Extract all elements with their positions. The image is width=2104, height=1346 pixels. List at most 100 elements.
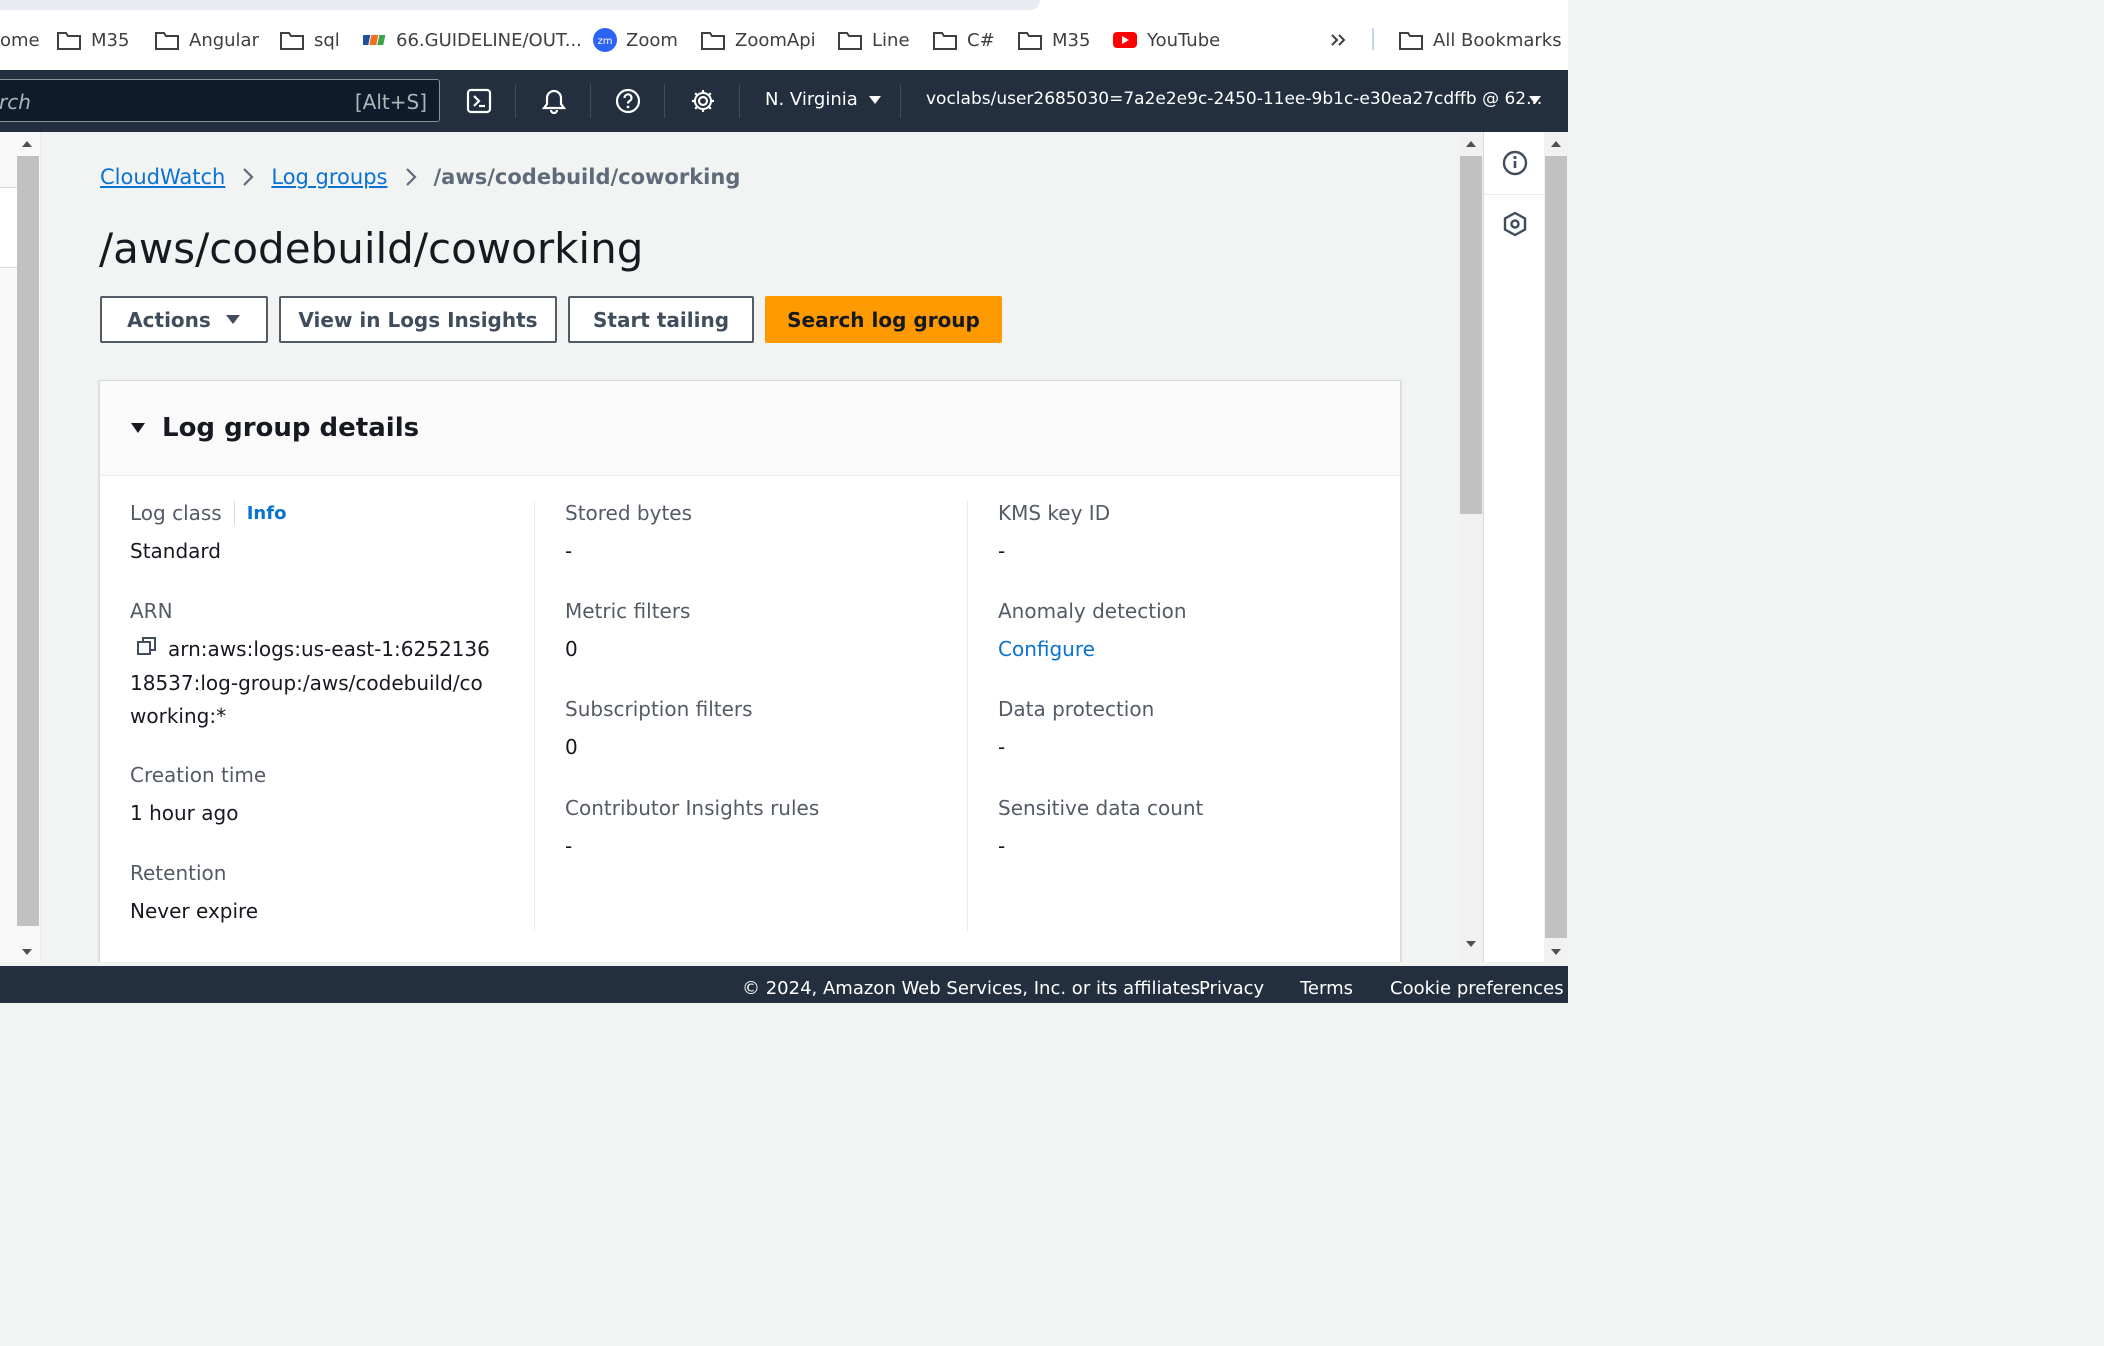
scroll-up-arrow-icon[interactable] — [1465, 140, 1477, 148]
cloudshell-button[interactable] — [464, 86, 494, 116]
view-in-logs-insights-button[interactable]: View in Logs Insights — [279, 296, 557, 343]
account-label: voclabs/user2685030=7a2e2e9c-2450-11ee-9… — [926, 89, 1543, 109]
search-input[interactable]: rch [Alt+S] — [0, 79, 440, 122]
bookmark-zoomapi[interactable]: ZoomApi — [700, 26, 816, 54]
start-tailing-button[interactable]: Start tailing — [568, 296, 754, 343]
search-shortcut: [Alt+S] — [354, 90, 427, 114]
scroll-down-arrow-icon[interactable] — [21, 948, 33, 956]
bookmark-label: Zoom — [626, 29, 678, 51]
notifications-button[interactable] — [539, 86, 569, 116]
bookmarks-bar: ome M35 Angular sql 66.GUIDELINE/OUT... … — [0, 0, 1568, 71]
metric-filters-value: 0 — [565, 637, 578, 661]
retention-value: Never expire — [130, 899, 259, 923]
main-scrollbar[interactable] — [1459, 132, 1483, 962]
bookmark-m35-2[interactable]: M35 — [1017, 26, 1090, 54]
bookmark-label: Angular — [189, 29, 259, 51]
bookmark-youtube[interactable]: YouTube — [1112, 26, 1220, 54]
hexagon-icon — [1503, 211, 1526, 237]
retention-field: Retention Never expire — [130, 861, 258, 928]
log-group-details-panel: Log group details Log class Info Standar… — [99, 380, 1401, 962]
kms-key-label: KMS key ID — [998, 501, 1111, 525]
actions-label: Actions — [127, 307, 211, 332]
caret-down-icon[interactable] — [130, 422, 146, 434]
chevron-right-icon — [241, 166, 255, 188]
bookmark-guideline[interactable]: 66.GUIDELINE/OUT... — [363, 26, 582, 54]
page-scrollbar-thumb[interactable] — [1545, 156, 1567, 938]
fpt-logo-icon — [363, 35, 386, 45]
zoom-icon: zm — [593, 28, 617, 52]
copy-icon[interactable] — [136, 634, 158, 667]
aws-top-navigation: rch [Alt+S] N. Virginia voclabs/user2685… — [0, 70, 1568, 132]
caret-down-icon[interactable] — [1528, 95, 1542, 105]
folder-icon — [933, 32, 957, 50]
panel-header[interactable]: Log group details — [100, 381, 1400, 476]
scroll-down-arrow-icon[interactable] — [1550, 948, 1562, 956]
gear-icon — [692, 90, 714, 112]
cookie-preferences-link[interactable]: Cookie preferences — [1390, 978, 1564, 999]
breadcrumb-current: /aws/codebuild/coworking — [433, 165, 741, 189]
region-label: N. Virginia — [765, 89, 858, 110]
bookmark-line[interactable]: Line — [837, 26, 910, 54]
bookmark-csharp[interactable]: C# — [932, 26, 995, 54]
caret-down-icon — [868, 95, 881, 104]
creation-time-field: Creation time 1 hour ago — [130, 763, 266, 830]
region-selector[interactable]: N. Virginia — [765, 89, 882, 110]
panel-title: Log group details — [162, 413, 420, 443]
contributor-rules-field: Contributor Insights rules - — [565, 796, 819, 863]
search-log-group-button[interactable]: Search log group — [765, 296, 1002, 343]
scroll-down-arrow-icon[interactable] — [1465, 940, 1477, 948]
contributor-rules-value: - — [565, 834, 573, 858]
bookmark-home[interactable]: ome — [0, 26, 40, 54]
bookmark-m35[interactable]: M35 — [56, 26, 129, 54]
bookmark-label: 66.GUIDELINE/OUT... — [396, 29, 582, 51]
log-class-value: Standard — [130, 539, 221, 563]
anomaly-detection-label: Anomaly detection — [998, 599, 1187, 623]
kms-key-field: KMS key ID - — [998, 501, 1110, 568]
configure-link[interactable]: Configure — [998, 633, 1187, 666]
privacy-link[interactable]: Privacy — [1199, 978, 1264, 999]
stored-bytes-field: Stored bytes - — [565, 501, 692, 568]
sensitive-count-label: Sensitive data count — [998, 796, 1204, 820]
main-scrollbar-thumb[interactable] — [1460, 156, 1482, 514]
all-bookmarks-button[interactable]: All Bookmarks — [1398, 26, 1562, 54]
more-bookmarks-button[interactable] — [1328, 26, 1348, 54]
help-button[interactable] — [613, 86, 643, 116]
bookmark-zoom[interactable]: zm Zoom — [593, 26, 678, 54]
actions-button[interactable]: Actions — [100, 296, 268, 343]
breadcrumb-cloudwatch[interactable]: CloudWatch — [100, 165, 225, 189]
cloudshell-icon — [466, 88, 492, 114]
folder-icon — [701, 32, 725, 50]
folder-icon — [155, 32, 179, 50]
folder-icon — [838, 32, 862, 50]
left-scrollbar-thumb[interactable] — [17, 156, 39, 926]
details-column-2: Stored bytes - Metric filters 0 Subscrip… — [534, 501, 969, 931]
bookmark-label: ZoomApi — [735, 29, 816, 51]
settings-button[interactable] — [688, 86, 718, 116]
log-class-label-text: Log class — [130, 501, 222, 525]
svg-text:zm: zm — [598, 36, 613, 47]
scroll-up-arrow-icon[interactable] — [1550, 140, 1562, 148]
feedback-panel-button[interactable] — [1484, 194, 1545, 254]
sensitive-count-field: Sensitive data count - — [998, 796, 1203, 863]
contributor-rules-label: Contributor Insights rules — [565, 796, 820, 820]
side-nav-strip — [0, 187, 17, 219]
bookmark-label: Line — [872, 29, 910, 51]
kms-key-value: - — [998, 539, 1006, 563]
bookmark-label: All Bookmarks — [1433, 29, 1562, 51]
scroll-up-arrow-icon[interactable] — [21, 140, 33, 148]
log-class-label: Log class Info — [130, 501, 286, 525]
bookmark-label: M35 — [1052, 29, 1091, 51]
bookmark-angular[interactable]: Angular — [154, 26, 259, 54]
account-menu[interactable]: voclabs/user2685030=7a2e2e9c-2450-11ee-9… — [926, 89, 1542, 109]
info-link[interactable]: Info — [247, 503, 287, 524]
details-column-1: Log class Info Standard ARN arn:aws:logs… — [100, 501, 534, 931]
bookmark-sql[interactable]: sql — [279, 26, 340, 54]
breadcrumb-log-groups[interactable]: Log groups — [271, 165, 387, 189]
bookmark-label: M35 — [91, 29, 130, 51]
page-scrollbar[interactable] — [1544, 132, 1568, 962]
anomaly-detection-field: Anomaly detection Configure — [998, 599, 1187, 666]
folder-icon — [57, 32, 81, 50]
terms-link[interactable]: Terms — [1300, 978, 1353, 999]
subscription-filters-label: Subscription filters — [565, 697, 753, 721]
info-panel-button[interactable] — [1484, 132, 1545, 195]
